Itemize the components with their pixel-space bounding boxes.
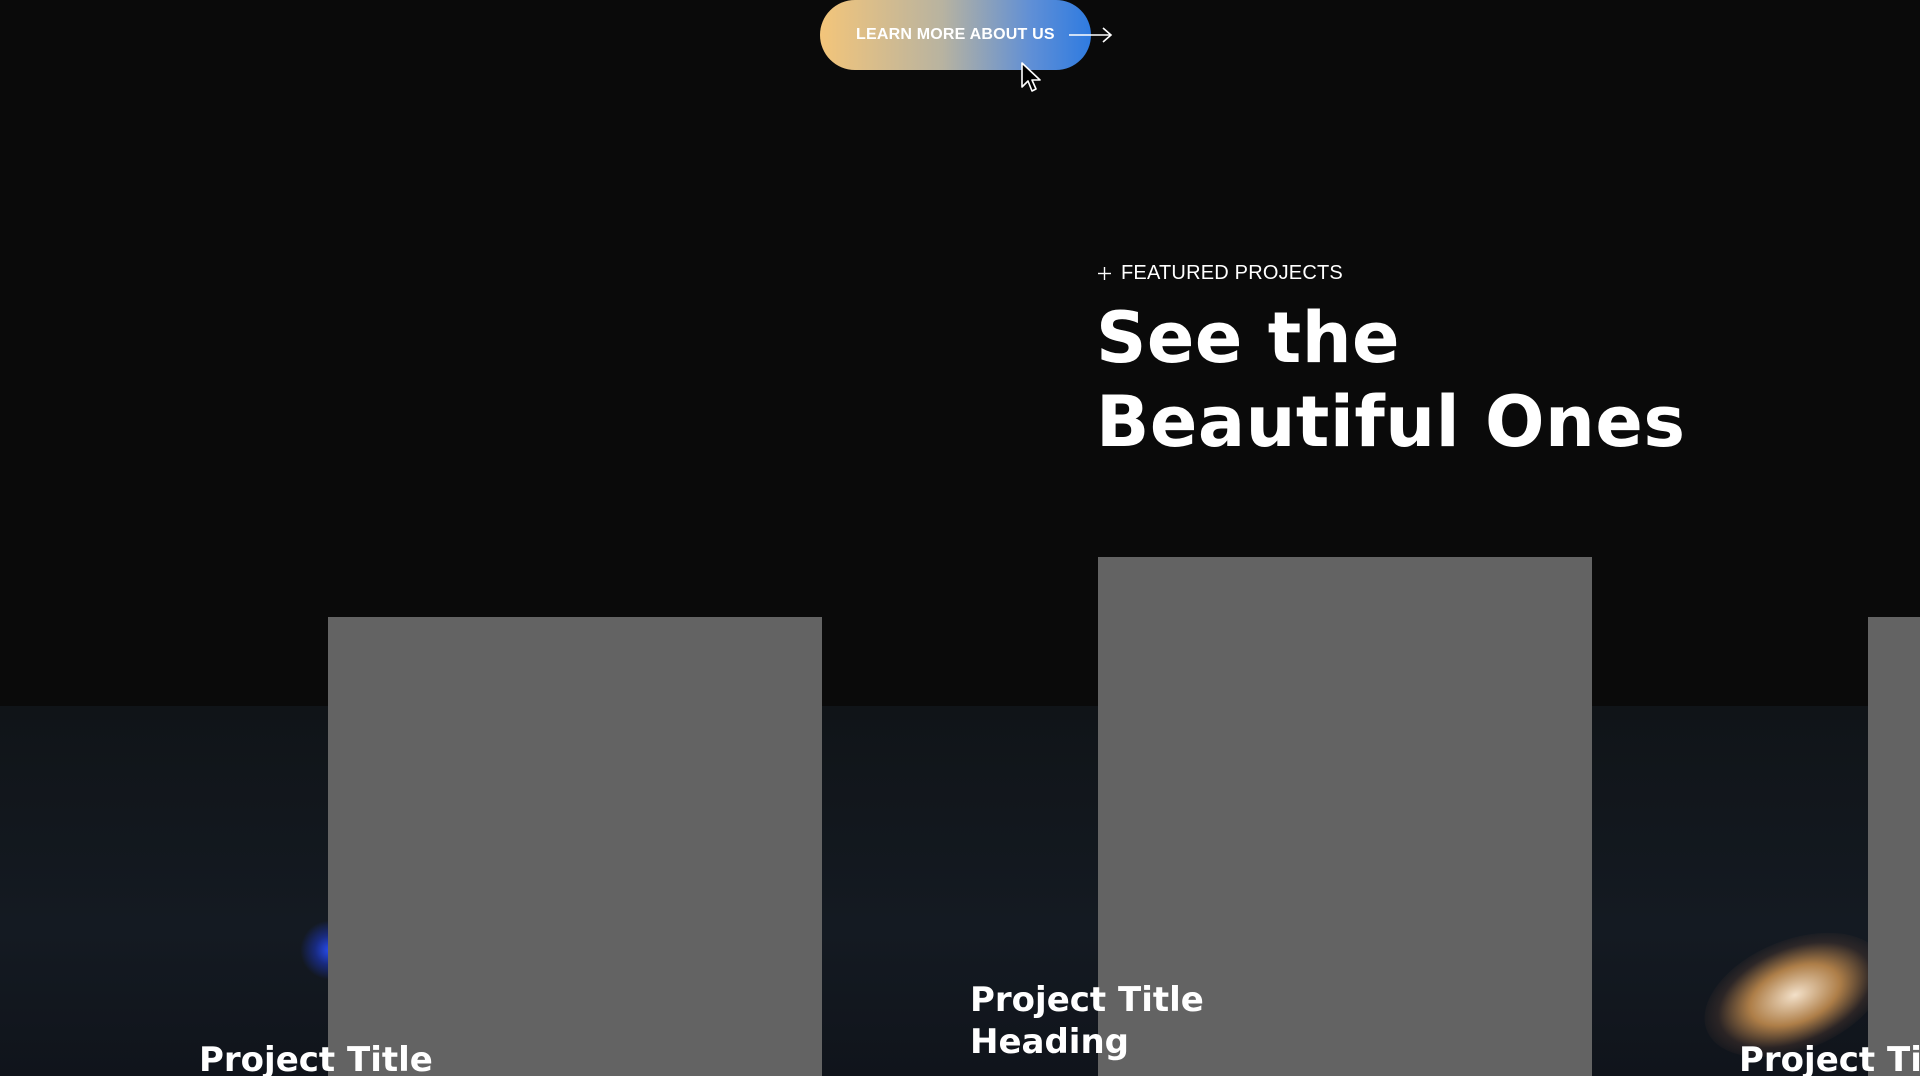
project-title-2[interactable]: Project Title Heading xyxy=(970,979,1204,1063)
project-title-1-line-1: Project Title xyxy=(199,1040,433,1076)
project-title-3[interactable]: Project Ti xyxy=(1739,1039,1920,1076)
project-title-2-line-1: Project Title xyxy=(970,980,1204,1020)
section-title: See the Beautiful Ones xyxy=(1096,296,1686,464)
background-glow xyxy=(0,706,1920,1076)
mouse-cursor-icon xyxy=(1021,62,1041,92)
section-title-line-1: See the xyxy=(1096,297,1401,379)
project-title-2-line-2: Heading xyxy=(970,1022,1129,1062)
featured-eyebrow: FEATURED PROJECTS xyxy=(1098,262,1343,285)
learn-more-button[interactable]: LEARN MORE ABOUT US xyxy=(820,0,1091,70)
page: LEARN MORE ABOUT US FEATURED PROJECTS Se… xyxy=(0,0,1920,1076)
project-card-image-3[interactable] xyxy=(1868,617,1920,1076)
project-title-1[interactable]: Project Title xyxy=(199,1039,433,1076)
project-card-image-1[interactable] xyxy=(328,617,822,1076)
featured-projects-label: FEATURED PROJECTS xyxy=(1121,262,1343,284)
plus-icon xyxy=(1098,267,1111,280)
arrow-right-icon[interactable] xyxy=(1068,26,1114,44)
section-title-line-2: Beautiful Ones xyxy=(1096,381,1686,463)
learn-more-label: LEARN MORE ABOUT US xyxy=(856,26,1055,43)
project-title-3-line-1: Project Ti xyxy=(1739,1040,1920,1076)
